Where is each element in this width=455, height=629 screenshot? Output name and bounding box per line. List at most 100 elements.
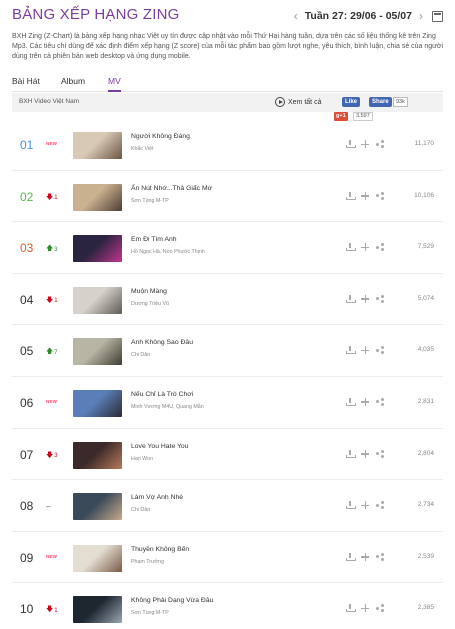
song-title-link[interactable]: Muộn Màng: [131, 288, 167, 295]
artist-link[interactable]: Hari Won: [131, 456, 153, 462]
rank-change-down: 🡇 1: [46, 605, 58, 616]
download-icon[interactable]: [346, 191, 356, 200]
row-actions: [346, 449, 384, 458]
song-title-link[interactable]: Anh Không Sao Đâu: [131, 339, 193, 346]
artist-link[interactable]: Sơn Tùng M-TP: [131, 610, 169, 616]
add-icon[interactable]: [361, 191, 369, 200]
z-score: 5,074: [417, 294, 434, 302]
artist-link[interactable]: Chi Dân: [131, 352, 150, 358]
arrow-up-icon: 🡅: [46, 245, 54, 253]
next-week-icon[interactable]: ›: [416, 9, 426, 23]
mv-thumbnail[interactable]: [73, 132, 122, 159]
add-icon[interactable]: [361, 346, 369, 355]
rank-change-value: 3: [54, 246, 58, 253]
share-icon[interactable]: [376, 294, 384, 303]
chart-header: BẢNG XẾP HẠNG ZING ‹ Tuần 27: 29/06 - 05…: [12, 6, 443, 26]
z-score: 4,035: [417, 346, 434, 354]
tab-mv[interactable]: MV: [108, 76, 121, 92]
download-icon[interactable]: [346, 397, 356, 406]
artist-link[interactable]: Minh Vương M4U, Quang Mẫn: [131, 404, 204, 410]
download-icon[interactable]: [346, 604, 356, 613]
rank-number: 05: [20, 344, 34, 359]
add-icon[interactable]: [361, 397, 369, 406]
mv-thumbnail[interactable]: [73, 596, 122, 624]
facebook-share-button[interactable]: Share: [369, 97, 392, 107]
rank-number: 03: [20, 241, 34, 256]
song-title-link[interactable]: Love You Hate You: [131, 443, 188, 450]
table-row[interactable]: 02 🡇 1 Ấn Nút Nhớ...Thả Giấc Mơ Sơn Tùng …: [12, 171, 443, 223]
chart-list: 01 NEW Người Không Đáng Khắc Việt 11,170…: [12, 119, 443, 629]
table-row[interactable]: 09 NEW Thuyền Không Bến Phạm Trưởng 2,53…: [12, 532, 443, 584]
download-icon[interactable]: [346, 346, 356, 355]
page-title: BẢNG XẾP HẠNG ZING: [12, 6, 180, 23]
rank-change-value: 1: [54, 195, 58, 202]
table-row[interactable]: 04 🡇 1 Muộn Màng Dương Triệu Vũ 5,074: [12, 274, 443, 326]
artist-link[interactable]: Sơn Tùng M-TP: [131, 198, 169, 204]
facebook-like-button[interactable]: Like: [342, 97, 361, 107]
share-icon[interactable]: [376, 191, 384, 200]
mv-thumbnail[interactable]: [73, 286, 122, 314]
artist-link[interactable]: Hồ Ngọc Hà, Noo Phước Thịnh: [131, 249, 205, 255]
add-icon[interactable]: [361, 604, 369, 613]
mv-thumbnail[interactable]: [73, 389, 122, 417]
share-icon[interactable]: [376, 449, 384, 458]
download-icon[interactable]: [346, 449, 356, 458]
mv-thumbnail[interactable]: [73, 338, 122, 366]
mv-thumbnail[interactable]: [73, 183, 122, 211]
table-row[interactable]: 01 NEW Người Không Đáng Khắc Việt 11,170: [12, 119, 443, 171]
download-icon[interactable]: [346, 501, 356, 510]
share-icon[interactable]: [376, 552, 384, 561]
mv-thumbnail[interactable]: [73, 493, 122, 521]
artist-link[interactable]: Phạm Trưởng: [131, 559, 164, 565]
artist-link[interactable]: Khắc Việt: [131, 146, 154, 152]
add-icon[interactable]: [361, 552, 369, 561]
rank-change-same: –: [46, 502, 51, 512]
mv-thumbnail[interactable]: [73, 235, 122, 263]
song-title-link[interactable]: Người Không Đáng: [131, 133, 190, 140]
add-icon[interactable]: [361, 243, 369, 252]
song-title-link[interactable]: Không Phải Dạng Vừa Đâu: [131, 597, 213, 604]
table-row[interactable]: 07 🡇 3 Love You Hate You Hari Won 2,804: [12, 429, 443, 481]
download-icon[interactable]: [346, 140, 356, 148]
song-title-link[interactable]: Nếu Chỉ Là Trò Chơi: [131, 391, 193, 398]
share-icon[interactable]: [376, 501, 384, 510]
artist-link[interactable]: Chi Dân: [131, 507, 150, 513]
z-score: 2,831: [417, 397, 434, 405]
song-title-link[interactable]: Em Đi Tìm Anh: [131, 236, 177, 243]
table-row[interactable]: 10 🡇 1 Không Phải Dạng Vừa Đâu Sơn Tùng M…: [12, 583, 443, 629]
view-all-button[interactable]: Xem tất cả: [275, 97, 321, 107]
table-row[interactable]: 06 NEW Nếu Chỉ Là Trò Chơi Minh Vương M4…: [12, 377, 443, 429]
song-title-link[interactable]: Làm Vợ Anh Nhé: [131, 494, 183, 501]
rank-number: 06: [20, 395, 34, 410]
add-icon[interactable]: [361, 294, 369, 303]
chart-tabs: Bài Hát Album MV: [12, 75, 443, 92]
artist-link[interactable]: Dương Triệu Vũ: [131, 301, 169, 307]
table-row[interactable]: 05 🡅 7 Anh Không Sao Đâu Chi Dân 4,035: [12, 325, 443, 377]
add-icon[interactable]: [361, 501, 369, 510]
new-badge: NEW: [46, 141, 58, 146]
share-icon[interactable]: [376, 397, 384, 406]
song-title-link[interactable]: Ấn Nút Nhớ...Thả Giấc Mơ: [131, 185, 212, 192]
mv-thumbnail[interactable]: [73, 544, 122, 572]
rank-change-down: 🡇 1: [46, 193, 58, 204]
row-actions: [346, 243, 384, 252]
table-row[interactable]: 03 🡅 3 Em Đi Tìm Anh Hồ Ngọc Hà, Noo Phướ…: [12, 222, 443, 274]
mv-thumbnail[interactable]: [73, 441, 122, 469]
prev-week-icon[interactable]: ‹: [291, 9, 301, 23]
z-score: 2,804: [417, 449, 434, 457]
tab-songs[interactable]: Bài Hát: [12, 76, 40, 90]
table-row[interactable]: 08 – Làm Vợ Anh Nhé Chi Dân 2,734: [12, 480, 443, 532]
download-icon[interactable]: [346, 243, 356, 252]
download-icon[interactable]: [346, 294, 356, 303]
add-icon[interactable]: [361, 140, 369, 148]
add-icon[interactable]: [361, 449, 369, 458]
share-icon[interactable]: [376, 140, 384, 148]
share-icon[interactable]: [376, 243, 384, 252]
calendar-icon[interactable]: [432, 10, 443, 22]
tab-album[interactable]: Album: [61, 76, 85, 90]
share-icon[interactable]: [376, 346, 384, 355]
z-score: 11,170: [414, 140, 434, 147]
download-icon[interactable]: [346, 552, 356, 561]
song-title-link[interactable]: Thuyền Không Bến: [131, 546, 189, 553]
share-icon[interactable]: [376, 604, 384, 613]
